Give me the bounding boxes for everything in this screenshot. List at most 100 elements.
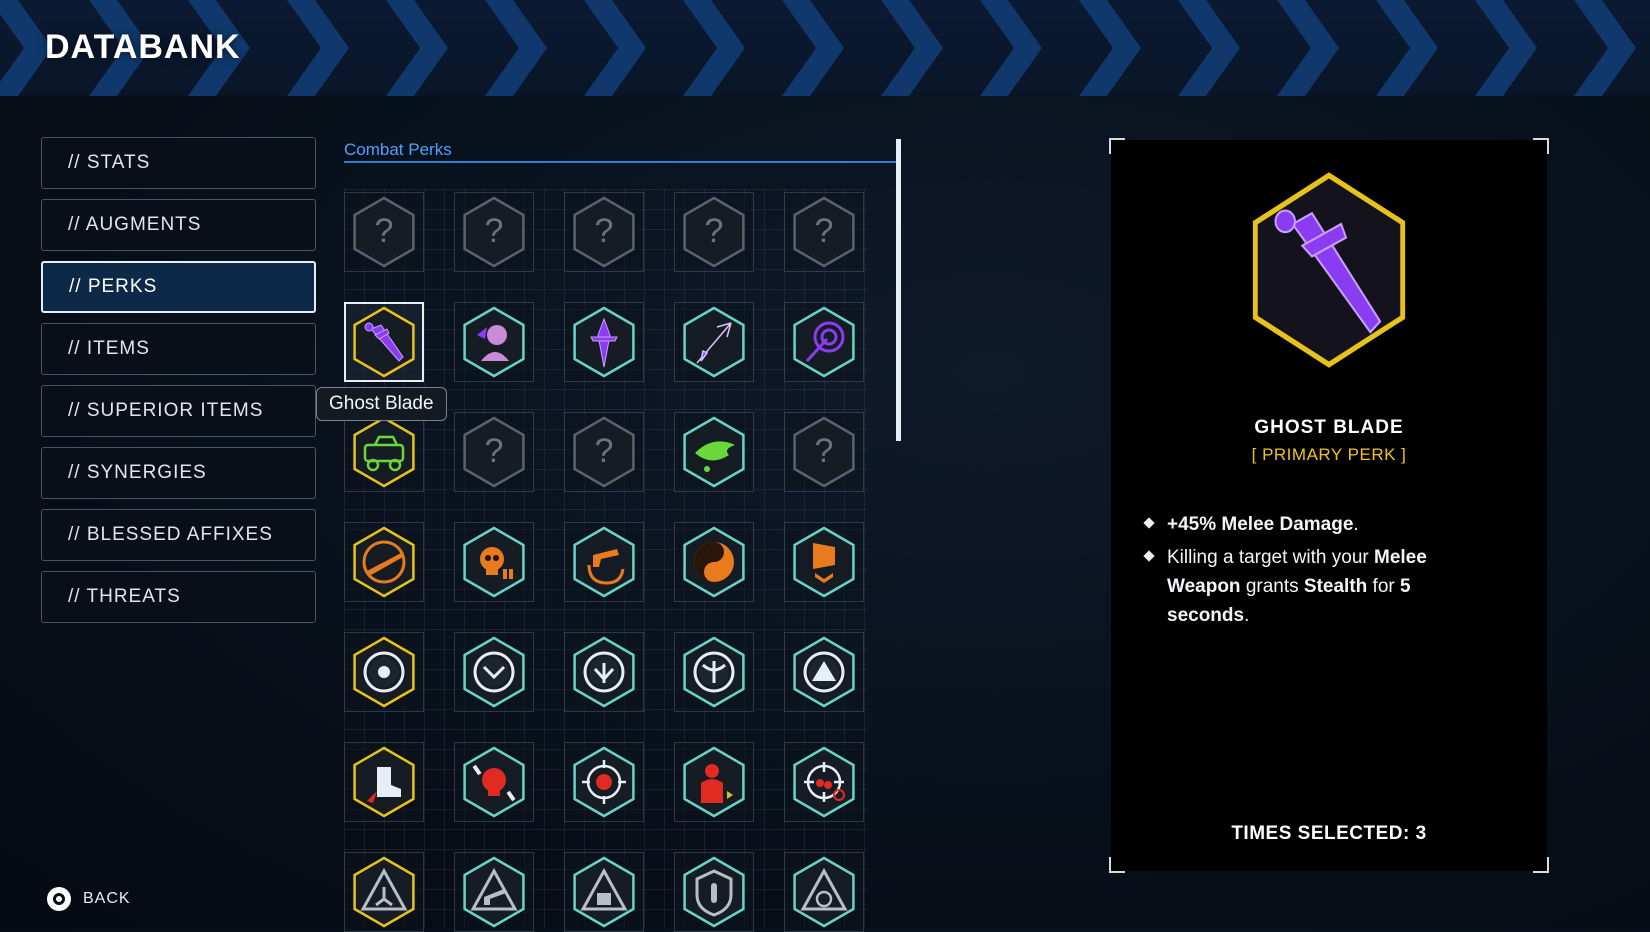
perk-slot[interactable] <box>344 852 424 932</box>
svg-text:?: ? <box>485 432 504 470</box>
chevron-decoration <box>584 0 646 96</box>
svg-text:?: ? <box>375 212 394 250</box>
locked-icon: ? <box>457 415 531 489</box>
locked-icon: ? <box>457 195 531 269</box>
shotgun-icon <box>347 525 421 599</box>
perk-slot[interactable] <box>344 742 424 822</box>
chevron-decoration <box>1178 0 1240 96</box>
corner-bracket <box>1533 857 1549 873</box>
perk-slot[interactable]: ? <box>784 192 864 272</box>
perk-slot[interactable]: ? <box>454 412 534 492</box>
perk-slot[interactable] <box>674 302 754 382</box>
spiral-triangle-icon <box>787 855 861 929</box>
perk-slot[interactable] <box>784 302 864 382</box>
crosshair-bloom-icon <box>787 745 861 819</box>
rover-vehicle-icon <box>347 415 421 489</box>
back-label: BACK <box>83 890 131 907</box>
perk-slot[interactable]: ? <box>344 192 424 272</box>
section-title: Combat Perks <box>344 140 452 159</box>
perk-slot[interactable] <box>674 522 754 602</box>
perk-slot[interactable]: ? <box>784 412 864 492</box>
perk-type: [ PRIMARY PERK ] <box>1251 445 1407 464</box>
header-banner <box>0 0 1650 96</box>
skull-reload-icon <box>457 525 531 599</box>
chevron-decoration <box>980 0 1042 96</box>
times-selected: TIMES SELECTED: 3 <box>1231 823 1427 844</box>
dice-triangle-icon <box>567 855 641 929</box>
perk-slot[interactable] <box>674 852 754 932</box>
perk-slot[interactable] <box>784 742 864 822</box>
perk-slot[interactable] <box>674 742 754 822</box>
perk-slot[interactable]: ? <box>564 192 644 272</box>
perk-slot[interactable] <box>344 302 424 382</box>
chevron-decoration <box>386 0 448 96</box>
armor-chevron-icon <box>787 525 861 599</box>
locked-icon: ? <box>347 195 421 269</box>
wing-orb-icon <box>567 635 641 709</box>
phoenix-orb-icon <box>677 635 751 709</box>
perk-effects: +45% Melee Damage. Killing a target with … <box>1143 510 1495 634</box>
perk-slot[interactable] <box>564 632 644 712</box>
perk-slot[interactable] <box>344 412 424 492</box>
locked-icon: ? <box>567 415 641 489</box>
triad-triangle-icon <box>347 855 421 929</box>
nav-item-perks[interactable]: // PERKS <box>41 261 316 313</box>
corner-bracket <box>1109 857 1125 873</box>
nav-item-stats[interactable]: // STATS <box>41 137 316 189</box>
nav-item-items[interactable]: // ITEMS <box>41 323 316 375</box>
perk-list-scrollbar[interactable] <box>896 139 901 441</box>
perk-slot[interactable] <box>454 852 534 932</box>
perk-slot[interactable] <box>454 522 534 602</box>
perk-slot[interactable] <box>564 742 644 822</box>
shield-chevron-orb-icon <box>457 635 531 709</box>
nav-item-threats[interactable]: // THREATS <box>41 571 316 623</box>
perk-slot[interactable] <box>564 852 644 932</box>
pyramid-orb-icon <box>787 635 861 709</box>
perk-slot[interactable]: ? <box>564 412 644 492</box>
circle-button-icon <box>47 887 71 911</box>
perk-slot[interactable] <box>564 522 644 602</box>
nav-item-blessed-affixes[interactable]: // BLESSED AFFIXES <box>41 509 316 561</box>
nav-item-augments[interactable]: // AUGMENTS <box>41 199 316 251</box>
perk-slot[interactable] <box>564 302 644 382</box>
perk-slot[interactable] <box>454 632 534 712</box>
chevron-decoration <box>1079 0 1141 96</box>
locked-icon: ? <box>787 195 861 269</box>
nav-item-synergies[interactable]: // SYNERGIES <box>41 447 316 499</box>
perk-slot[interactable] <box>784 522 864 602</box>
perk-slot[interactable] <box>674 412 754 492</box>
perk-slot[interactable] <box>784 632 864 712</box>
chevron-decoration <box>881 0 943 96</box>
perk-slot[interactable] <box>344 522 424 602</box>
locked-icon: ? <box>677 195 751 269</box>
perk-slot[interactable] <box>454 742 534 822</box>
perk-slot[interactable]: ? <box>454 192 534 272</box>
svg-text:?: ? <box>815 212 834 250</box>
ghost-blade-icon <box>347 305 421 379</box>
chevron-decoration <box>1574 0 1636 96</box>
category-nav: // STATS // AUGMENTS // PERKS // ITEMS // SU… <box>41 137 316 633</box>
perk-effect-line: Killing a target with your Melee Weapon … <box>1143 543 1495 630</box>
perk-slot[interactable] <box>454 302 534 382</box>
ghost-warrior-icon <box>457 305 531 379</box>
chevron-decoration <box>782 0 844 96</box>
diamond-bullet-icon <box>1143 550 1155 562</box>
perk-effect-text: Killing a target with your Melee Weapon … <box>1167 547 1427 626</box>
perk-slot[interactable] <box>674 632 754 712</box>
chevron-decoration <box>1475 0 1537 96</box>
perk-slot[interactable] <box>344 632 424 712</box>
perk-slot[interactable] <box>784 852 864 932</box>
diamond-bullet-icon <box>1143 517 1155 529</box>
stomp-boot-icon <box>347 745 421 819</box>
svg-text:?: ? <box>485 212 504 250</box>
nav-item-superior-items[interactable]: // SUPERIOR ITEMS <box>41 385 316 437</box>
svg-text:?: ? <box>705 212 724 250</box>
perk-name: GHOST BLADE <box>1254 417 1404 438</box>
perk-slot[interactable]: ? <box>674 192 754 272</box>
section-underline <box>344 161 896 163</box>
ghost-blade-icon <box>1239 170 1419 370</box>
green-flame-icon <box>677 415 751 489</box>
svg-text:?: ? <box>815 432 834 470</box>
back-button[interactable]: BACK <box>47 887 131 911</box>
explosive-burst-icon <box>567 745 641 819</box>
